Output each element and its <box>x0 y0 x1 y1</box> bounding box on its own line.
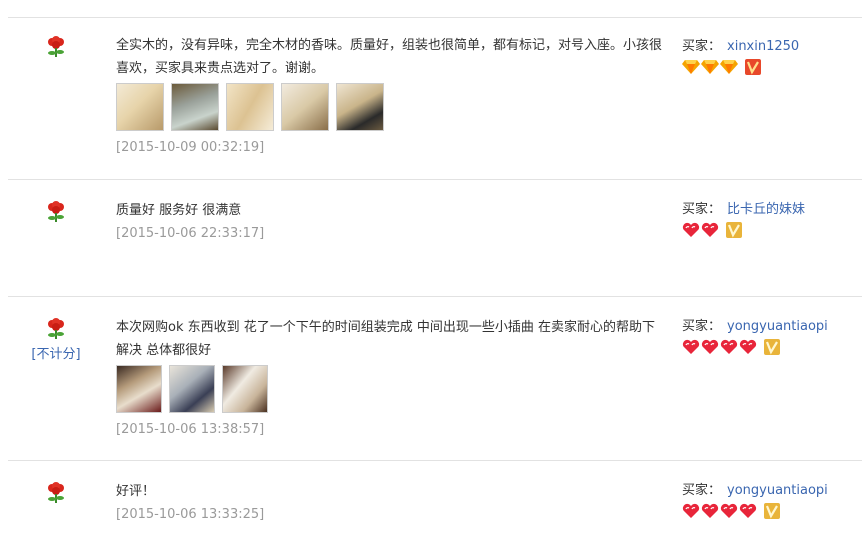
heart-icon <box>701 503 719 518</box>
review-date: [2015-10-06 13:38:57] <box>116 422 265 437</box>
buyer-name-link[interactable]: 比卡丘的妹妹 <box>727 202 805 217</box>
photo-thumbnail[interactable] <box>169 365 215 413</box>
diamond-icon <box>682 60 700 74</box>
buyer-name-link[interactable]: xinxin1250 <box>727 39 799 54</box>
review-text: 质量好 服务好 很满意 <box>116 203 242 218</box>
buyer-label: 买家： <box>682 483 722 498</box>
rating-cell: [不计分] <box>8 318 104 362</box>
photo-thumbnail[interactable] <box>222 365 268 413</box>
diamond-icon <box>720 60 738 74</box>
flower-icon <box>48 318 64 339</box>
photo-thumbnail[interactable] <box>116 83 164 131</box>
buyer-name-link[interactable]: yongyuantiaopi <box>727 483 828 498</box>
photo-thumbnail[interactable] <box>226 83 274 131</box>
credit-badges <box>682 502 862 520</box>
review-text: 好评！ <box>116 484 156 499</box>
photo-thumbnail[interactable] <box>116 365 162 413</box>
review-item: 全实木的，没有异味，完全木材的香味。质量好，组装也很简单，都有标记，对号入座。小… <box>8 18 862 180</box>
heart-icon <box>720 503 738 518</box>
heart-icon <box>701 339 719 354</box>
divider <box>8 460 862 461</box>
buyer-name-link[interactable]: yongyuantiaopi <box>727 319 828 334</box>
heart-icon <box>682 222 700 237</box>
review-date: [2015-10-06 22:33:17] <box>116 226 265 241</box>
photo-thumbnail[interactable] <box>336 83 384 131</box>
credit-badges <box>682 58 862 76</box>
credit-badges <box>682 221 862 239</box>
rating-cell <box>8 36 104 58</box>
rating-cell <box>8 201 104 223</box>
review-text: 全实木的，没有异味，完全木材的香味。质量好，组装也很简单，都有标记，对号入座。小… <box>116 38 663 76</box>
photo-thumbnail[interactable] <box>281 83 329 131</box>
review-text: 本次网购ok 东西收到 花了一个下午的时间组装完成 中间出现一些小插曲 在卖家耐… <box>116 320 656 358</box>
vip-red-icon <box>745 59 761 75</box>
vip-gold-icon <box>764 339 780 355</box>
buyer-label: 买家： <box>682 39 722 54</box>
buyer-label: 买家： <box>682 319 722 334</box>
heart-icon <box>739 503 757 518</box>
review-date: [2015-10-06 13:33:25] <box>116 507 265 522</box>
heart-icon <box>682 339 700 354</box>
heart-icon <box>739 339 757 354</box>
flower-icon <box>48 482 64 503</box>
heart-icon <box>701 222 719 237</box>
photo-thumbnail[interactable] <box>171 83 219 131</box>
heart-icon <box>720 339 738 354</box>
not-counted-link[interactable]: [不计分] <box>8 343 104 362</box>
flower-icon <box>48 201 64 222</box>
vip-gold-icon <box>726 222 742 238</box>
review-item: [不计分] 本次网购ok 东西收到 花了一个下午的时间组装完成 中间出现一些小插… <box>8 298 862 461</box>
photo-list <box>116 83 664 131</box>
review-item: 好评！ [2015-10-06 13:33:25] 买家： yongyuantia… <box>8 462 862 542</box>
review-item: 质量好 服务好 很满意 [2015-10-06 22:33:17] 买家： 比卡丘… <box>8 181 862 297</box>
divider <box>8 296 862 297</box>
rating-cell <box>8 482 104 504</box>
credit-badges <box>682 338 862 356</box>
flower-icon <box>48 36 64 57</box>
photo-list <box>116 365 664 413</box>
vip-gold-icon <box>764 503 780 519</box>
heart-icon <box>682 503 700 518</box>
buyer-label: 买家： <box>682 202 722 217</box>
diamond-icon <box>701 60 719 74</box>
review-date: [2015-10-09 00:32:19] <box>116 140 265 155</box>
divider <box>8 179 862 180</box>
